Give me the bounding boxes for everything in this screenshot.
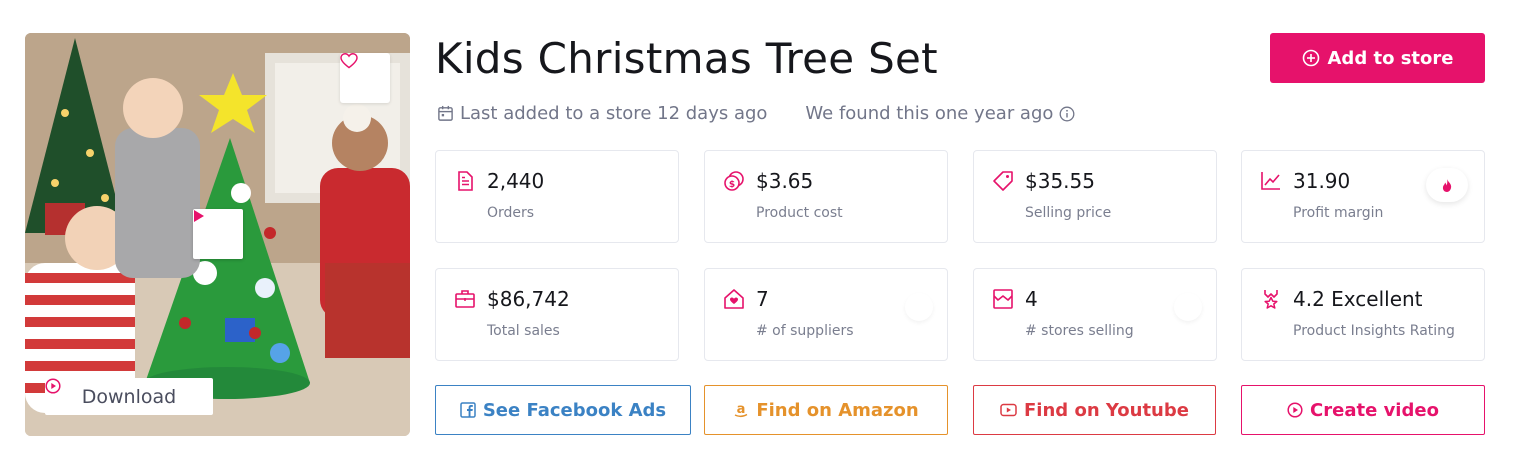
product-meta: Last added to a store 12 days ago We fou… [437,103,1075,124]
supplier-house-icon [724,289,744,309]
facebook-icon [460,402,476,418]
stat-card-suppliers: 7 # of suppliers [704,268,948,361]
stat-label: # stores selling [1025,323,1134,339]
stat-card-selling-price: $35.55 Selling price [973,150,1217,243]
add-to-store-label: Add to store [1327,47,1454,69]
plus-circle-icon [1302,49,1319,67]
stat-card-profit-margin: 31.90 Profit margin [1241,150,1485,243]
calendar-icon [438,105,453,121]
amazon-icon: a [734,402,748,418]
price-tag-icon [993,171,1013,191]
stat-value: 4.2 Excellent [1293,287,1423,311]
hot-badge [1426,168,1468,202]
store-icon [993,289,1013,309]
stat-label: Profit margin [1293,205,1384,221]
briefcase-icon [455,290,475,308]
find-on-youtube-label: Find on Youtube [1024,399,1189,421]
stat-card-rating: 4.2 Excellent Product Insights Rating [1241,268,1485,361]
stat-label: # of suppliers [756,323,854,339]
last-added-text: Last added to a store 12 days ago [460,103,768,124]
add-to-store-button[interactable]: Add to store [1270,33,1485,83]
svg-text:a: a [737,402,746,417]
page-title: Kids Christmas Tree Set [435,34,938,83]
found-info: We found this one year ago [805,103,1075,124]
info-hint [905,293,933,321]
stat-label: Product Insights Rating [1293,323,1455,339]
play-icon [194,210,204,222]
orders-icon [458,171,473,191]
product-cost-icon: $ [724,171,744,191]
heart-icon [340,53,358,69]
download-label: Download [81,385,177,408]
youtube-icon [1000,403,1017,417]
stat-value: 7 [756,287,769,311]
see-facebook-ads-label: See Facebook Ads [482,399,667,421]
stat-value: $86,742 [487,287,570,311]
info-hint [1174,293,1202,321]
stat-label: Product cost [756,205,843,221]
stat-label: Selling price [1025,205,1112,221]
award-icon [1264,290,1278,309]
stat-card-total-sales: $86,742 Total sales [435,268,679,361]
stat-value: $3.65 [756,169,814,193]
find-on-youtube-button[interactable]: Find on Youtube [973,385,1216,435]
find-on-amazon-button[interactable]: a Find on Amazon [704,385,948,435]
product-image: Download [25,33,410,436]
favorite-button[interactable] [340,53,390,103]
see-facebook-ads-button[interactable]: See Facebook Ads [435,385,691,435]
play-video-button[interactable] [193,209,243,259]
stat-value: 2,440 [487,169,545,193]
stat-label: Orders [487,205,535,221]
last-added-info: Last added to a store 12 days ago [437,103,767,124]
play-circle-icon [1287,402,1303,418]
fire-icon [1442,178,1452,192]
stat-value: $35.55 [1025,169,1095,193]
stat-card-orders: 2,440 Orders [435,150,679,243]
download-button[interactable]: Download [45,378,213,415]
stat-card-stores-selling: 4 # stores selling [973,268,1217,361]
create-video-button[interactable]: Create video [1241,385,1485,435]
chart-line-icon [1261,172,1280,190]
svg-text:$: $ [729,180,735,190]
stat-value: 31.90 [1293,169,1351,193]
find-on-amazon-label: Find on Amazon [756,399,919,421]
stat-label: Total sales [487,323,560,339]
found-text: We found this one year ago [805,103,1054,124]
stat-card-product-cost: $ $3.65 Product cost [704,150,948,243]
create-video-label: Create video [1310,399,1439,421]
play-circle-icon [45,378,61,394]
info-icon[interactable] [1059,106,1075,122]
stat-value: 4 [1025,287,1038,311]
